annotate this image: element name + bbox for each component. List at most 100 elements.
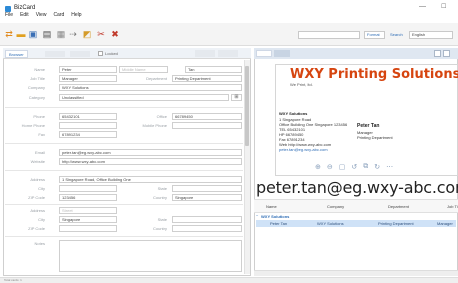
column-company[interactable]: Company bbox=[327, 204, 344, 209]
middle-name-field[interactable]: Middle Name bbox=[119, 66, 168, 73]
menu-view[interactable]: View bbox=[36, 12, 47, 22]
phone-field[interactable]: 65432101 bbox=[59, 113, 117, 120]
city2-label: City bbox=[38, 217, 45, 222]
save-icon[interactable]: ▣ bbox=[28, 29, 38, 39]
menu-bar: File Edit View Card Help bbox=[0, 12, 82, 22]
form-scroll-thumb[interactable] bbox=[245, 66, 249, 146]
job-title-field[interactable]: Manager bbox=[59, 75, 117, 82]
search-label[interactable]: Search bbox=[390, 32, 403, 37]
left-tab-tools[interactable] bbox=[195, 50, 215, 57]
locked-checkbox[interactable] bbox=[98, 51, 103, 56]
separator bbox=[5, 204, 243, 205]
export-icon[interactable]: ⇢ bbox=[68, 29, 78, 39]
city-label: City bbox=[38, 186, 45, 191]
rotate-left-icon[interactable]: ↺ bbox=[351, 163, 357, 175]
tab-2[interactable] bbox=[45, 51, 65, 57]
zip-label: ZIP Code bbox=[28, 195, 45, 200]
column-department[interactable]: Department bbox=[388, 204, 409, 209]
city-field[interactable] bbox=[59, 185, 117, 192]
fit-icon[interactable]: ▢ bbox=[339, 163, 346, 175]
column-job-title[interactable]: Job Ti bbox=[447, 204, 458, 209]
zip-field[interactable]: 123456 bbox=[59, 194, 117, 201]
phone-label: Phone bbox=[33, 114, 45, 119]
open-icon[interactable]: ⇄ bbox=[4, 29, 14, 39]
list-hscrollbar[interactable] bbox=[254, 270, 458, 276]
group-collapse-icon[interactable]: − bbox=[256, 213, 258, 218]
card-email: peter.tan@eg.wxy-abc.com bbox=[279, 147, 328, 152]
group-row[interactable]: WXY Solutions bbox=[261, 214, 289, 219]
preview-option-icon[interactable] bbox=[434, 50, 441, 57]
first-name-field[interactable]: Peter bbox=[59, 66, 117, 73]
department-field[interactable]: Printing Department bbox=[172, 75, 242, 82]
maximize-button[interactable]: ☐ bbox=[441, 3, 446, 10]
separator bbox=[5, 236, 243, 237]
rotate-right-icon[interactable]: ↻ bbox=[374, 163, 380, 175]
print-icon[interactable]: ▤ bbox=[42, 29, 52, 39]
menu-file[interactable]: File bbox=[5, 12, 13, 22]
crop-icon[interactable]: ⧉ bbox=[363, 163, 368, 175]
preview-tab-back[interactable] bbox=[274, 50, 290, 57]
country-field[interactable]: Singapore bbox=[172, 194, 242, 201]
last-name-field[interactable]: Tan bbox=[185, 66, 242, 73]
home-phone-label: Home Phone bbox=[21, 123, 45, 128]
separator bbox=[5, 107, 243, 108]
zoom-in-icon[interactable]: ⊕ bbox=[315, 163, 321, 175]
fax-label: Fax bbox=[38, 132, 45, 137]
zip2-label: ZIP Code bbox=[28, 226, 45, 231]
left-tab-options[interactable] bbox=[218, 50, 238, 57]
card-toolbar: ⊕ ⊖ ▢ ↺ ⧉ ↻ ⋯ bbox=[315, 163, 393, 175]
country2-field[interactable] bbox=[172, 225, 242, 232]
website-label: Website bbox=[30, 159, 45, 164]
zip2-field[interactable] bbox=[59, 225, 117, 232]
minimize-button[interactable]: — bbox=[419, 3, 426, 10]
tab-browser[interactable]: Browser bbox=[5, 50, 28, 58]
mobile-field[interactable] bbox=[172, 122, 242, 129]
name-label: Name bbox=[34, 67, 45, 72]
menu-card[interactable]: Card bbox=[53, 12, 64, 22]
language-select[interactable]: English bbox=[409, 31, 453, 39]
image-icon[interactable]: ◩ bbox=[82, 29, 92, 39]
menu-edit[interactable]: Edit bbox=[20, 12, 29, 22]
job-title-label: Job Title bbox=[30, 76, 45, 81]
email-label: Email bbox=[34, 150, 45, 155]
fax-field[interactable]: 67891234 bbox=[59, 131, 117, 138]
tab-3[interactable] bbox=[70, 51, 90, 57]
separator bbox=[5, 170, 243, 171]
category-field[interactable]: Unclassified bbox=[59, 94, 229, 101]
delete-icon[interactable]: ✖ bbox=[110, 29, 120, 39]
menu-help[interactable]: Help bbox=[71, 12, 81, 22]
state2-field[interactable] bbox=[172, 216, 242, 223]
city2-field[interactable]: Singapore bbox=[59, 216, 117, 223]
status-bar: Total cards: 1 bbox=[0, 277, 458, 283]
address-field[interactable]: 1 Singapore Road, Office Building One bbox=[59, 176, 242, 183]
format-button[interactable]: Format bbox=[364, 31, 385, 39]
home-phone-field[interactable] bbox=[59, 122, 117, 129]
state-field[interactable] bbox=[172, 185, 242, 192]
folder-icon[interactable]: ▬ bbox=[16, 29, 26, 39]
country2-label: Country bbox=[152, 226, 167, 231]
column-name[interactable]: Name bbox=[266, 204, 277, 209]
preview-icon[interactable]: ▦ bbox=[56, 29, 66, 39]
office-field[interactable]: 66789450 bbox=[172, 113, 242, 120]
website-field[interactable]: http://www.wxy-abc.com bbox=[59, 158, 242, 165]
more-icon[interactable]: ⋯ bbox=[386, 163, 393, 175]
zoom-out-icon[interactable]: ⊖ bbox=[327, 163, 333, 175]
preview-close-icon[interactable] bbox=[443, 50, 450, 57]
address-label: Address bbox=[30, 177, 45, 182]
card-person-dept: Printing Department bbox=[357, 135, 393, 140]
company-label: Company bbox=[27, 85, 45, 90]
office-label: Office bbox=[156, 114, 167, 119]
row-department: Printing Department bbox=[378, 221, 414, 226]
toolbar-dropdown[interactable] bbox=[298, 31, 360, 39]
preview-tab-front[interactable] bbox=[256, 50, 272, 57]
notes-field[interactable] bbox=[59, 240, 242, 272]
notes-label: Notes bbox=[34, 241, 45, 246]
category-browse-button[interactable]: ⊞ bbox=[231, 94, 242, 101]
row-name: Peter Tan bbox=[270, 221, 288, 226]
address2-field[interactable]: Street bbox=[59, 207, 117, 214]
tools-icon[interactable]: ✂ bbox=[96, 29, 106, 39]
mobile-label: Mobile Phone bbox=[142, 123, 167, 128]
email-field[interactable]: peter.tan@eg.wxy-abc.com bbox=[59, 149, 242, 156]
card-company: WXY Solutions bbox=[279, 111, 308, 116]
company-field[interactable]: WXY Solutions bbox=[59, 84, 242, 91]
